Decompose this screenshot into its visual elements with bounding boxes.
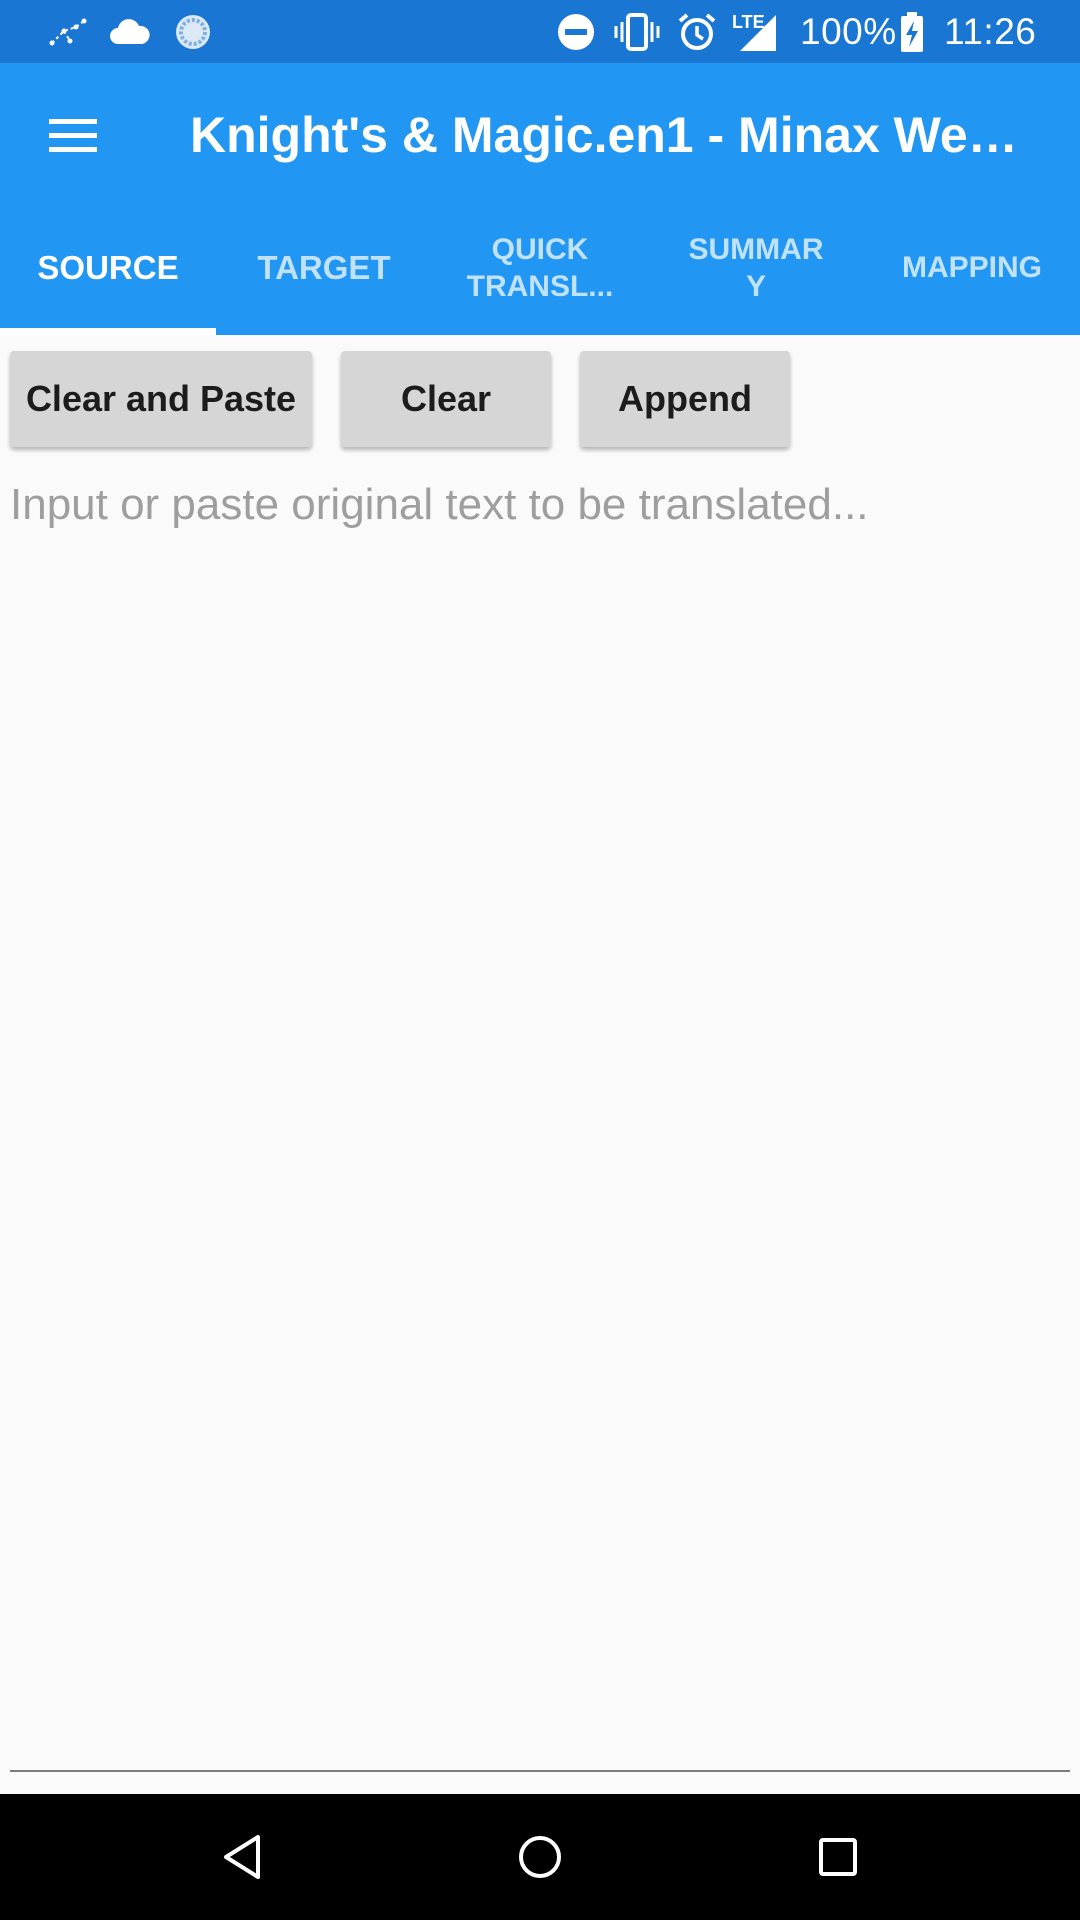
- tab-target[interactable]: TARGET: [216, 200, 432, 335]
- tab-label: SUMMAR Y: [688, 232, 824, 303]
- tab-summary[interactable]: SUMMAR Y: [648, 200, 864, 335]
- constellation-icon: [48, 0, 88, 63]
- tab-label: TARGET: [257, 248, 391, 286]
- home-circle-icon[interactable]: [508, 1825, 572, 1889]
- page-title: Knight's & Magic.en1 - Minax Web Transla…: [190, 107, 1030, 163]
- tab-label: SOURCE: [37, 248, 179, 286]
- tab-bar: SOURCE TARGET QUICK TRANSL... SUMMAR Y M…: [0, 200, 1080, 335]
- tab-mapping[interactable]: MAPPING: [864, 200, 1080, 335]
- status-bar: LTE 100% 11:26: [0, 0, 1080, 63]
- recents-square-icon[interactable]: [806, 1825, 870, 1889]
- tab-quick-translate[interactable]: QUICK TRANSL...: [432, 200, 648, 335]
- signal-icon: LTE: [730, 0, 778, 57]
- sync-circle-icon: [174, 0, 212, 63]
- do-not-disturb-icon: [556, 0, 596, 63]
- source-text-input[interactable]: [10, 480, 1070, 1772]
- clock: 11:26: [944, 10, 1037, 52]
- cloud-icon: [108, 0, 152, 63]
- tab-source[interactable]: SOURCE: [0, 200, 216, 335]
- back-triangle-icon[interactable]: [210, 1825, 274, 1889]
- vibrate-icon: [614, 0, 660, 63]
- append-button[interactable]: Append: [580, 351, 790, 447]
- alarm-icon: [676, 0, 718, 63]
- tab-label: QUICK TRANSL...: [466, 232, 614, 303]
- clear-button[interactable]: Clear: [341, 351, 551, 447]
- network-type-label: LTE: [732, 12, 765, 32]
- system-nav-bar: [0, 1794, 1080, 1920]
- app-bar: Knight's & Magic.en1 - Minax Web Transla…: [0, 63, 1080, 335]
- battery-percent: 100%: [800, 10, 897, 52]
- tab-label: MAPPING: [901, 251, 1042, 284]
- clear-and-paste-button[interactable]: Clear and Paste: [10, 351, 312, 447]
- hamburger-menu-icon[interactable]: [30, 93, 116, 179]
- battery-charging-icon: [900, 0, 924, 63]
